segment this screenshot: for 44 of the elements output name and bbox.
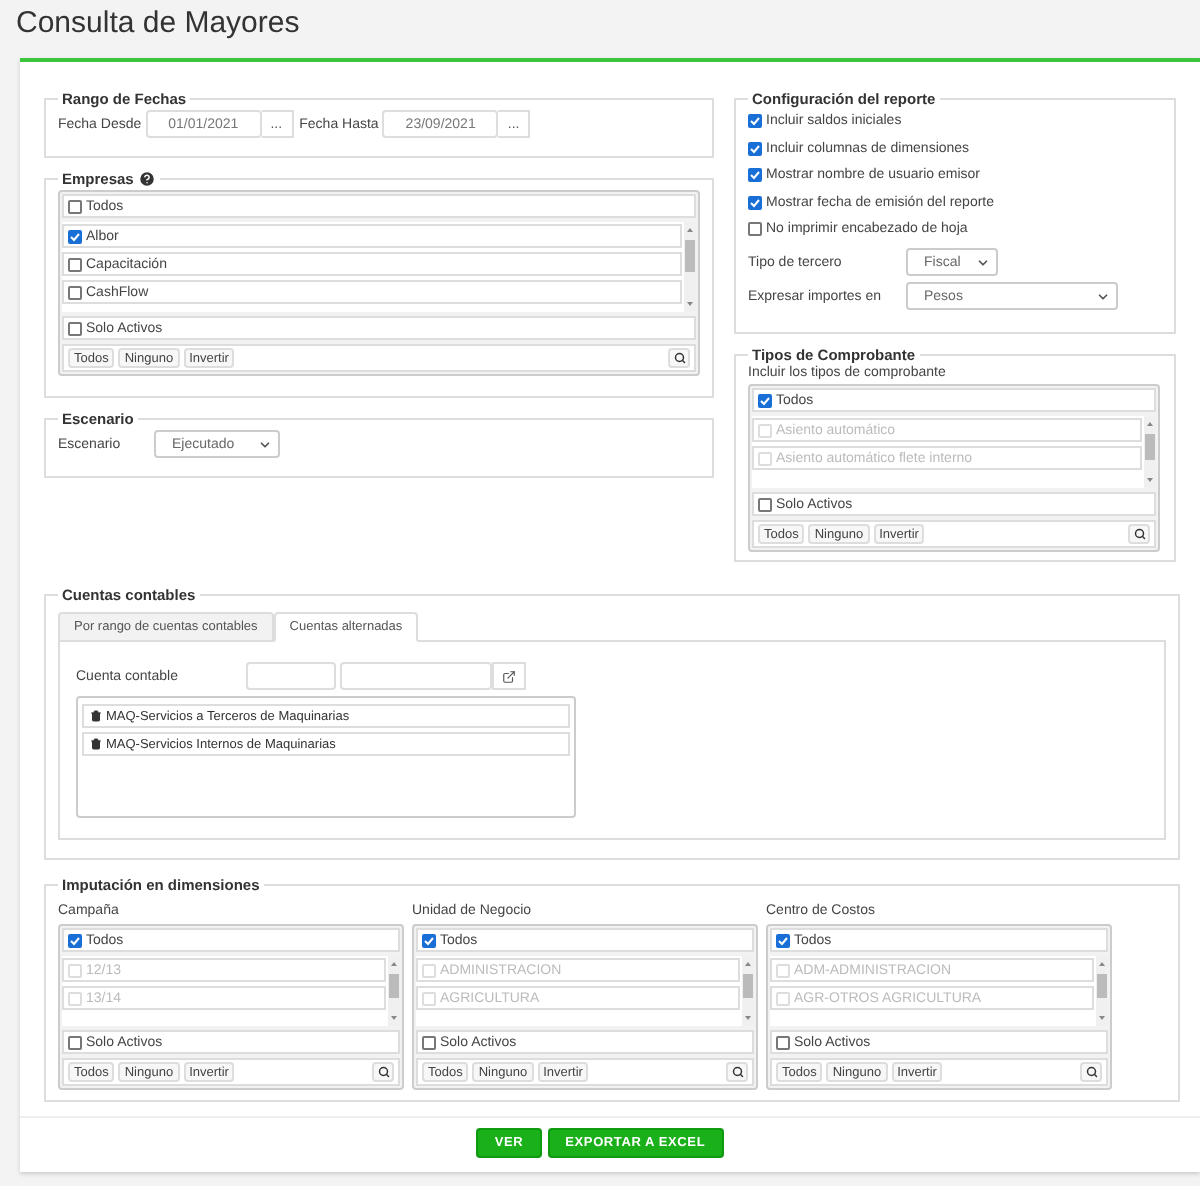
checkbox[interactable] (422, 1035, 436, 1049)
checkbox[interactable] (748, 195, 762, 209)
search-button[interactable] (668, 348, 690, 368)
scrollbar[interactable] (742, 956, 754, 1026)
checkbox[interactable] (68, 1035, 82, 1049)
checkbox[interactable] (748, 222, 762, 236)
search-icon (377, 1066, 389, 1078)
checkbox[interactable] (422, 933, 436, 947)
chevron-icon (258, 437, 272, 451)
checkbox[interactable] (758, 393, 772, 407)
scrollbar[interactable] (1096, 956, 1108, 1026)
scrollbar[interactable] (1144, 416, 1156, 488)
checkbox[interactable] (776, 933, 790, 947)
search-icon (731, 1066, 743, 1078)
checkbox[interactable] (68, 257, 82, 271)
scrollbar[interactable] (684, 222, 696, 312)
search-icon (1085, 1066, 1097, 1078)
trash-icon (90, 710, 102, 722)
scrollbar[interactable] (388, 956, 400, 1026)
search-button[interactable] (372, 1062, 394, 1082)
search-icon (673, 352, 685, 364)
checkbox[interactable] (748, 168, 762, 182)
external-link-icon (502, 669, 516, 683)
checkbox[interactable] (776, 1035, 790, 1049)
checkbox[interactable] (68, 199, 82, 213)
search-icon (1133, 528, 1145, 540)
help-icon[interactable] (137, 170, 156, 188)
chevron-icon (976, 255, 990, 269)
input-field[interactable] (340, 662, 492, 690)
checkbox[interactable] (68, 285, 82, 299)
search-button[interactable] (1080, 1062, 1102, 1082)
page-title: Consulta de Mayores (16, 4, 302, 44)
trash-icon (90, 738, 102, 750)
checkbox[interactable] (748, 141, 762, 155)
chevron-icon (1096, 289, 1110, 303)
checkbox[interactable] (68, 321, 82, 335)
search-button[interactable] (1128, 524, 1150, 544)
open-button[interactable] (492, 662, 526, 690)
checkbox[interactable] (68, 229, 82, 243)
checkbox[interactable] (758, 497, 772, 511)
checkbox[interactable] (748, 114, 762, 128)
search-button[interactable] (726, 1062, 748, 1082)
checkbox[interactable] (68, 933, 82, 947)
input-field[interactable] (246, 662, 336, 690)
